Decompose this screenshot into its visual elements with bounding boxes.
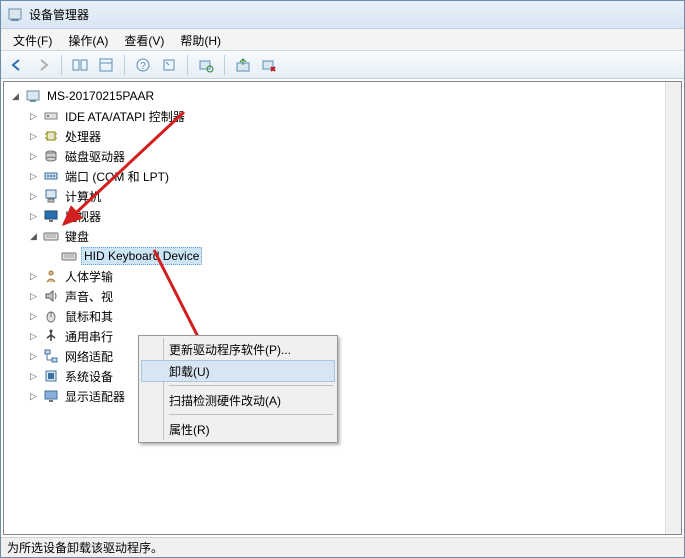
expand-icon[interactable]: ▷ [28, 331, 39, 342]
tree-category[interactable]: ▷ IDE ATA/ATAPI 控制器 [28, 106, 681, 126]
device-tree[interactable]: ◢ MS-20170215PAAR ▷ IDE ATA/ATAPI 控制器 ▷ … [4, 86, 681, 406]
window-title: 设备管理器 [29, 6, 89, 23]
system-icon [43, 368, 59, 384]
menu-view[interactable]: 查看(V) [116, 29, 172, 50]
tree-category-label: 人体学输 [63, 267, 115, 286]
toolbar-separator [61, 55, 62, 75]
menu-help[interactable]: 帮助(H) [172, 29, 229, 50]
tree-category[interactable]: ▷ 磁盘驱动器 [28, 146, 681, 166]
hid-icon [43, 268, 59, 284]
vertical-scrollbar[interactable] [665, 82, 681, 534]
ide-icon [43, 108, 59, 124]
tree-category-label: 声音、视 [63, 287, 115, 306]
help-button[interactable]: ? [131, 54, 155, 76]
port-icon [43, 168, 59, 184]
tree-area: ◢ MS-20170215PAAR ▷ IDE ATA/ATAPI 控制器 ▷ … [3, 81, 682, 535]
forward-button[interactable] [31, 54, 55, 76]
device-manager-window: 设备管理器 文件(F) 操作(A) 查看(V) 帮助(H) ? [0, 0, 685, 558]
tree-category[interactable]: ▷ 处理器 [28, 126, 681, 146]
toolbar: ? [1, 51, 684, 79]
expand-icon[interactable]: ▷ [28, 211, 39, 222]
status-text: 为所选设备卸载该驱动程序。 [7, 539, 163, 556]
expand-icon[interactable]: ▷ [28, 191, 39, 202]
tree-category[interactable]: ◢ 键盘 [28, 226, 681, 246]
disk-icon [43, 148, 59, 164]
tree-device[interactable]: HID Keyboard Device [46, 246, 681, 266]
tree-category-label: 系统设备 [63, 367, 115, 386]
collapse-icon[interactable]: ◢ [28, 231, 39, 242]
tree-category-label: 网络适配 [63, 347, 115, 366]
expand-icon[interactable]: ▷ [28, 371, 39, 382]
tree-device-label: HID Keyboard Device [81, 247, 202, 265]
context-separator [169, 385, 333, 386]
context-properties[interactable]: 属性(R) [141, 418, 335, 440]
tree-category-label: 显示适配器 [63, 387, 127, 406]
tree-category-label: 处理器 [63, 127, 103, 146]
tree-category-label: 键盘 [63, 227, 91, 246]
tree-category[interactable]: ▷ 人体学输 [28, 266, 681, 286]
tree-category-label: 磁盘驱动器 [63, 147, 127, 166]
sound-icon [43, 288, 59, 304]
expand-icon[interactable]: ▷ [28, 111, 39, 122]
toolbar-separator [187, 55, 188, 75]
back-button[interactable] [5, 54, 29, 76]
mouse-icon [43, 308, 59, 324]
expand-icon[interactable]: ▷ [28, 391, 39, 402]
expand-icon[interactable]: ▷ [28, 171, 39, 182]
titlebar: 设备管理器 [1, 1, 684, 29]
menu-file[interactable]: 文件(F) [5, 29, 60, 50]
keyboard-icon [61, 248, 77, 264]
tree-category[interactable]: ▷ 通用串行 [28, 326, 681, 346]
computer-icon [25, 88, 41, 104]
tree-root-label: MS-20170215PAAR [45, 88, 156, 104]
toolbar-separator [224, 55, 225, 75]
collapse-icon[interactable]: ◢ [10, 91, 21, 102]
refresh-button[interactable] [157, 54, 181, 76]
properties-button[interactable] [94, 54, 118, 76]
menubar: 文件(F) 操作(A) 查看(V) 帮助(H) [1, 29, 684, 51]
expand-icon[interactable]: ▷ [28, 131, 39, 142]
menu-action[interactable]: 操作(A) [60, 29, 116, 50]
uninstall-button[interactable] [257, 54, 281, 76]
expand-icon[interactable]: ▷ [28, 291, 39, 302]
monitor-icon [43, 208, 59, 224]
expand-icon[interactable]: ▷ [28, 311, 39, 322]
tree-category-label: 鼠标和其 [63, 307, 115, 326]
expand-icon[interactable]: ▷ [28, 151, 39, 162]
context-update-driver[interactable]: 更新驱动程序软件(P)... [141, 338, 335, 360]
statusbar: 为所选设备卸载该驱动程序。 [1, 537, 684, 557]
svg-text:?: ? [140, 61, 146, 72]
tree-category[interactable]: ▷ 监视器 [28, 206, 681, 226]
computer-icon [43, 188, 59, 204]
device-manager-icon [7, 7, 23, 23]
context-separator [169, 414, 333, 415]
display-icon [43, 388, 59, 404]
tree-category[interactable]: ▷ 计算机 [28, 186, 681, 206]
context-menu: 更新驱动程序软件(P)... 卸载(U) 扫描检测硬件改动(A) 属性(R) [138, 335, 338, 443]
expand-icon[interactable]: ▷ [28, 351, 39, 362]
context-uninstall[interactable]: 卸载(U) [141, 360, 335, 382]
tree-category-label: 计算机 [63, 187, 103, 206]
keyboard-icon [43, 228, 59, 244]
cpu-icon [43, 128, 59, 144]
show-tree-button[interactable] [68, 54, 92, 76]
tree-category[interactable]: ▷ 鼠标和其 [28, 306, 681, 326]
tree-category-label: 端口 (COM 和 LPT) [63, 167, 171, 186]
tree-category[interactable]: ▷ 声音、视 [28, 286, 681, 306]
toolbar-separator [124, 55, 125, 75]
tree-category[interactable]: ▷ 网络适配 [28, 346, 681, 366]
tree-category[interactable]: ▷ 端口 (COM 和 LPT) [28, 166, 681, 186]
scan-hardware-button[interactable] [194, 54, 218, 76]
context-scan-changes[interactable]: 扫描检测硬件改动(A) [141, 389, 335, 411]
expand-icon[interactable]: ▷ [28, 271, 39, 282]
tree-category-label: 通用串行 [63, 327, 115, 346]
usb-icon [43, 328, 59, 344]
update-driver-button[interactable] [231, 54, 255, 76]
tree-root[interactable]: ◢ MS-20170215PAAR [10, 86, 681, 106]
network-icon [43, 348, 59, 364]
tree-category[interactable]: ▷ 显示适配器 [28, 386, 681, 406]
tree-category[interactable]: ▷ 系统设备 [28, 366, 681, 386]
tree-category-label: IDE ATA/ATAPI 控制器 [63, 107, 187, 126]
tree-category-label: 监视器 [63, 207, 103, 226]
